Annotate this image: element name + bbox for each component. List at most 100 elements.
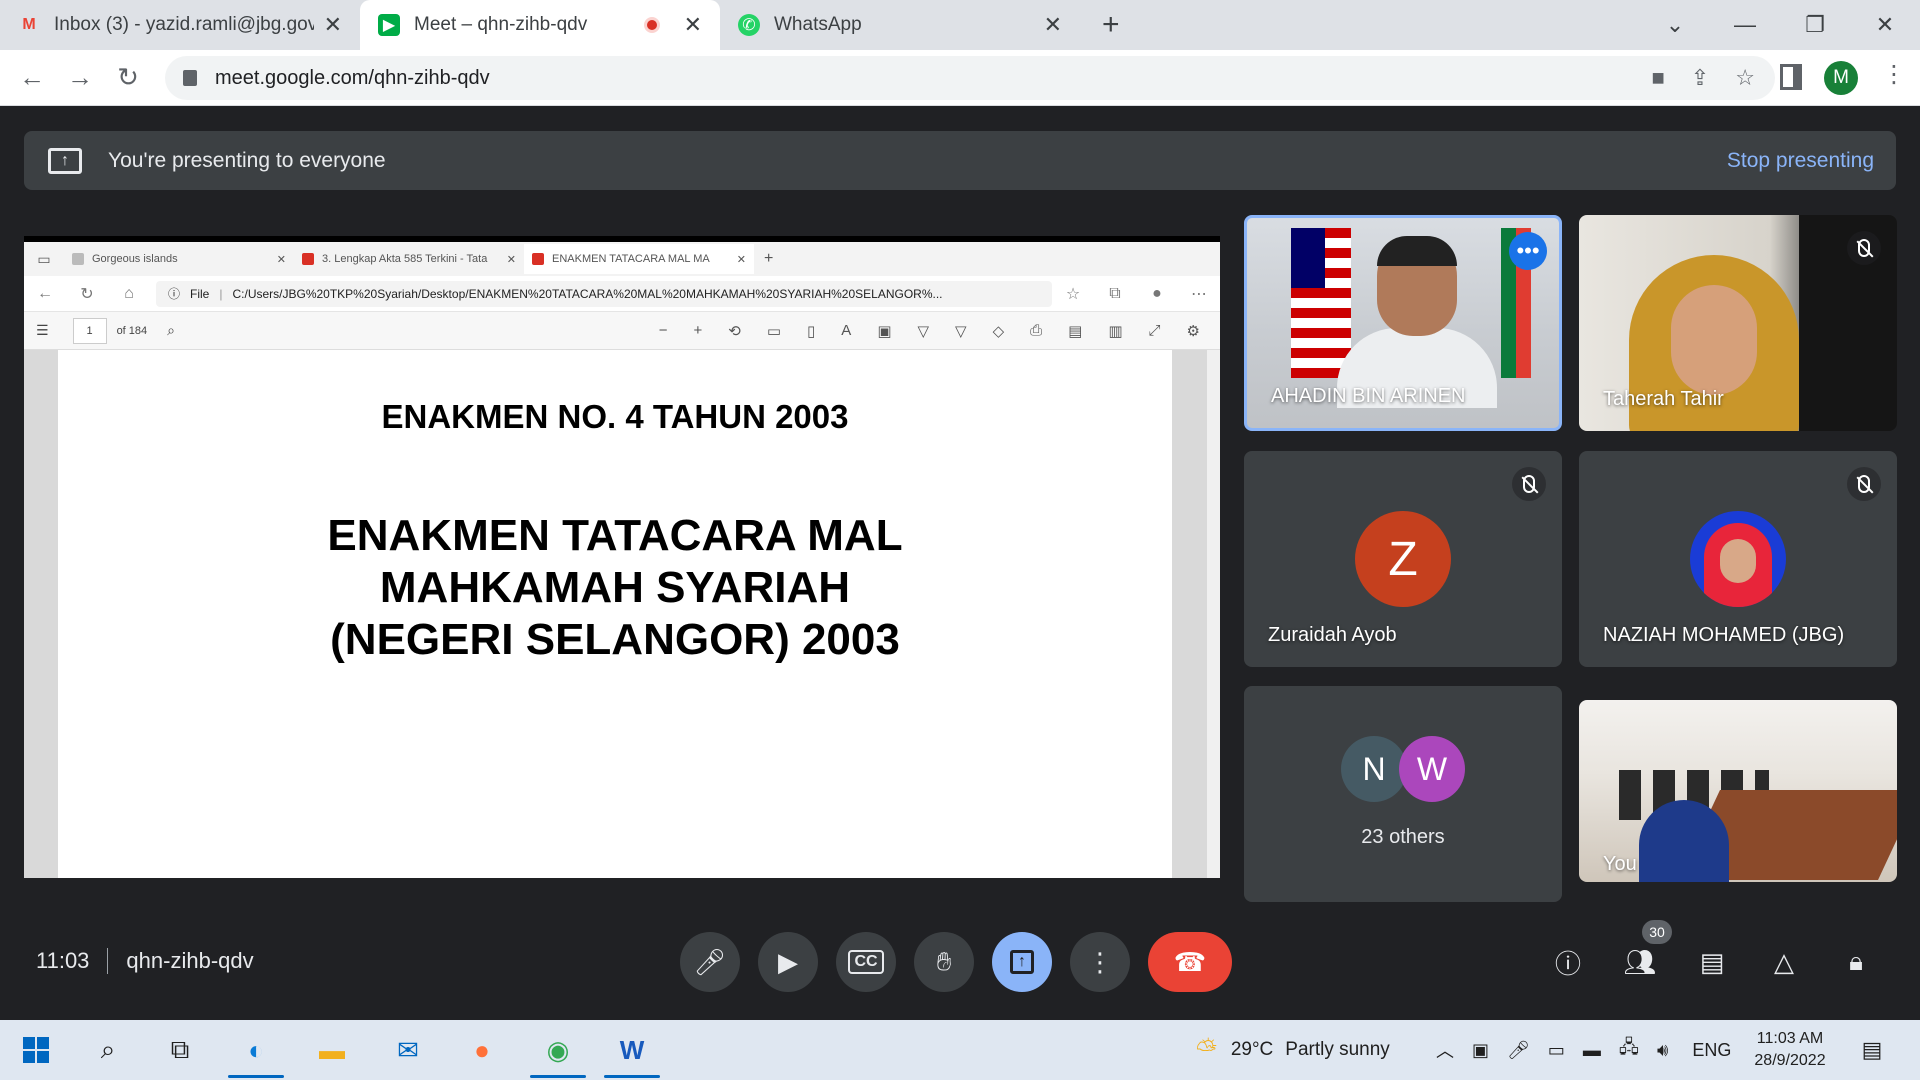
notifications-icon[interactable]: ▤ [1852, 1032, 1892, 1068]
collections-icon: ⧉ [1109, 284, 1121, 302]
restore-button[interactable]: ❐ [1780, 12, 1850, 38]
activities-button[interactable]: △ [1764, 942, 1804, 982]
mic-tray-icon[interactable]: 🎤︎ [1507, 1040, 1530, 1061]
participant-tile-naziah[interactable]: NAZIAH MOHAMED (JBG) [1579, 451, 1897, 667]
chrome-icon[interactable]: ◉ [530, 1032, 586, 1078]
chat-button[interactable]: ▤ [1692, 942, 1732, 982]
volume-icon[interactable]: 🔊︎ [1657, 1040, 1668, 1061]
weather-widget[interactable]: ⛅︎ 29°C Partly sunny [1196, 1020, 1390, 1080]
shared-tab: ENAKMEN TATACARA MAL MA ✕ [524, 244, 754, 274]
pdf-scrollbar [1207, 350, 1220, 878]
tab-title: Meet – qhn-zihb-qdv [414, 14, 588, 35]
close-icon[interactable]: ✕ [1044, 12, 1062, 38]
close-window-button[interactable]: ✕ [1850, 12, 1920, 38]
file-explorer-icon[interactable]: ▬ [312, 1032, 352, 1068]
system-tray: ︿ ▣ 🎤︎ ▭ ▬ 🖧︎ 🔊︎ ENG [1436, 1020, 1731, 1080]
save-as-icon: ▥ [1108, 322, 1123, 340]
presenting-banner: ↑ You're presenting to everyone Stop pre… [24, 131, 1896, 190]
more-options-icon[interactable]: ••• [1509, 232, 1547, 270]
close-icon[interactable]: ✕ [324, 12, 342, 38]
display-icon[interactable]: ▭ [1548, 1040, 1565, 1061]
url-text: meet.google.com/qhn-zihb-qdv [215, 66, 490, 89]
task-view-icon[interactable]: ⧉ [160, 1032, 200, 1068]
stop-presenting-button[interactable]: Stop presenting [1727, 149, 1874, 173]
others-tile[interactable]: N W 23 others [1244, 686, 1562, 902]
edge-icon[interactable]: ◐ [228, 1032, 284, 1078]
tab-gmail[interactable]: M Inbox (3) - yazid.ramli@jbg.gov.my ✕ [0, 0, 360, 50]
reload-button[interactable]: ↻ [104, 62, 152, 93]
star-icon[interactable]: ☆ [1735, 65, 1755, 91]
camera-button[interactable]: ▶︎ [758, 932, 818, 992]
shared-tab-title: 3. Lengkap Akta 585 Terkini - Tata [322, 253, 488, 265]
present-button[interactable]: ↑ [992, 932, 1052, 992]
participant-count-badge: 30 [1642, 920, 1672, 944]
start-button[interactable] [16, 1032, 56, 1068]
read-aloud-icon: A [841, 321, 852, 339]
omnibox[interactable]: meet.google.com/qhn-zihb-qdv ■ ⇪ ☆ [165, 56, 1775, 100]
contents-icon: ☰ [36, 322, 49, 338]
battery-icon[interactable]: ▬ [1583, 1040, 1601, 1061]
lock-icon[interactable] [183, 70, 197, 86]
info-icon: ⓘ [1554, 948, 1581, 979]
windows-icon [23, 1037, 49, 1063]
meet-tray-icon[interactable]: ▣ [1472, 1040, 1489, 1061]
close-icon[interactable]: ✕ [684, 12, 702, 38]
back-button[interactable]: ← [8, 62, 56, 93]
minimize-button[interactable]: — [1710, 12, 1780, 38]
chevron-up-icon[interactable]: ︿ [1436, 1037, 1454, 1063]
side-panel-icon[interactable] [1780, 64, 1802, 90]
face [1720, 539, 1756, 583]
participant-tile-zuraidah[interactable]: Z Zuraidah Ayob [1244, 451, 1562, 667]
shared-tab-title: ENAKMEN TATACARA MAL MA [552, 253, 710, 265]
tab-whatsapp[interactable]: ✆ WhatsApp ✕ [720, 0, 1080, 50]
host-controls-button[interactable]: 🔒︎ [1836, 942, 1876, 982]
new-tab-button[interactable]: + [1102, 0, 1120, 50]
person-hair [1377, 236, 1457, 266]
text-icon: ▣ [877, 322, 892, 340]
menu-icon[interactable]: ⋮ [1882, 60, 1906, 89]
language-indicator[interactable]: ENG [1692, 1040, 1731, 1061]
participant-tile-taherah[interactable]: Taherah Tahir [1579, 215, 1897, 431]
camera-icon[interactable]: ■ [1652, 65, 1665, 91]
clock-date[interactable]: 11:03 AM 28/9/2022 [1740, 1028, 1840, 1072]
shared-browser-tabs: ▭ Gorgeous islands ✕ 3. Lengkap Akta 585… [24, 242, 1220, 276]
participant-name: Zuraidah Ayob [1268, 624, 1397, 646]
microphone-button[interactable]: 🎤︎ [680, 932, 740, 992]
participant-tile-ahadin[interactable]: ••• AHADIN BIN ARINEN [1244, 215, 1562, 431]
share-icon[interactable]: ⇪ [1691, 65, 1709, 91]
participant-avatar: Z [1355, 511, 1451, 607]
chat-icon: ▤ [1699, 946, 1725, 977]
word-icon[interactable]: W [604, 1032, 660, 1078]
participant-avatar: W [1399, 736, 1465, 802]
zoom-out-icon: − [658, 321, 668, 339]
separator: | [219, 286, 223, 301]
meeting-details-button[interactable]: ⓘ [1548, 942, 1588, 982]
file-label: File [190, 286, 210, 301]
muted-icon [1512, 467, 1546, 501]
info-icon: ⓘ [168, 287, 181, 301]
pdf-icon [532, 253, 544, 265]
search-icon[interactable]: ⌕ [88, 1032, 128, 1068]
forward-button[interactable]: → [56, 62, 104, 93]
captions-icon: CC [848, 950, 884, 974]
tab-meet[interactable]: ▶ Meet – qhn-zihb-qdv ✕ [360, 0, 720, 50]
separator [107, 948, 109, 974]
self-tile[interactable]: You [1579, 700, 1897, 882]
people-button[interactable]: 👥︎ [1620, 942, 1660, 982]
clock-time: 11:03 AM [1756, 1030, 1824, 1047]
page-number: 1 [72, 317, 107, 344]
leave-call-button[interactable]: ☎︎ [1148, 932, 1232, 992]
raise-hand-button[interactable]: ✋︎ [914, 932, 974, 992]
highlight-icon: ▽ [955, 322, 967, 340]
tab-search-icon[interactable]: ⌄ [1640, 12, 1710, 38]
captions-button[interactable]: CC [836, 932, 896, 992]
meet-icon: ▶ [378, 14, 400, 36]
mail-icon[interactable]: ✉ [388, 1032, 428, 1068]
participant-name: AHADIN BIN ARINEN [1271, 385, 1466, 407]
rotate-icon: ⟲ [728, 322, 741, 340]
network-icon[interactable]: 🖧︎ [1619, 1035, 1639, 1065]
firefox-icon[interactable]: ● [462, 1032, 502, 1068]
profile-avatar[interactable]: M [1824, 61, 1858, 95]
more-options-button[interactable]: ⋮ [1070, 932, 1130, 992]
page-total: of 184 [116, 324, 148, 337]
